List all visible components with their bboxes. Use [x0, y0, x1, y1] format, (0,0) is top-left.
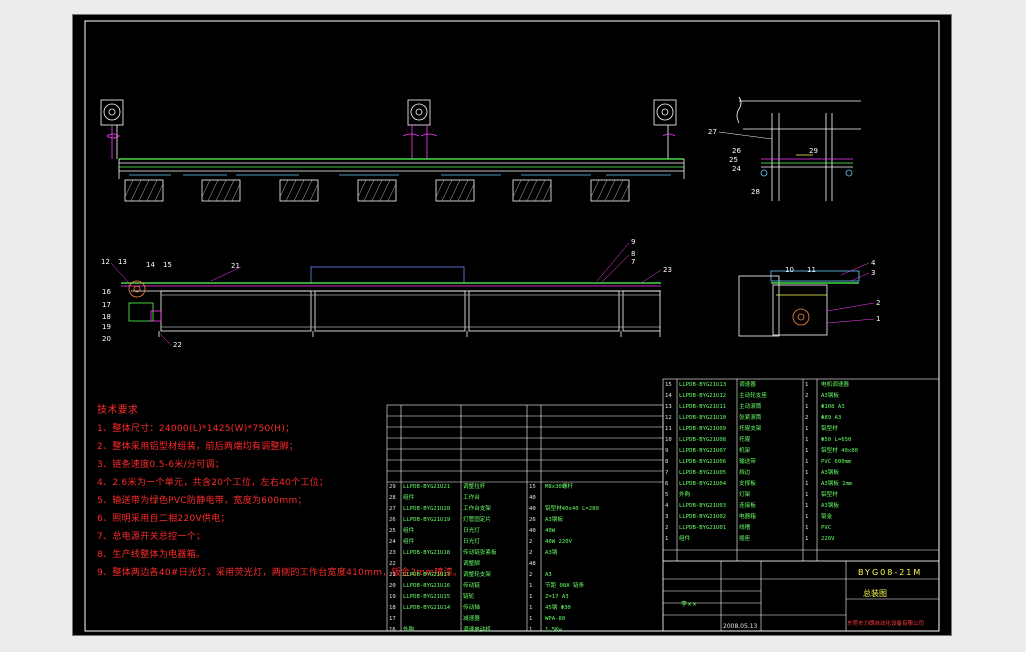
- svg-text:2: 2: [876, 299, 880, 307]
- svg-text:21: 21: [231, 262, 240, 270]
- svg-text:16: 16: [102, 288, 111, 296]
- notes-title: 技术要求: [97, 405, 139, 416]
- svg-text:27: 27: [708, 128, 717, 136]
- svg-text:13: 13: [118, 258, 127, 266]
- top-front-view: [100, 99, 685, 202]
- company-name: 东莞市力朗自动化设备有限公司: [847, 621, 925, 627]
- svg-text:7: 7: [631, 258, 635, 266]
- fan-right: [653, 99, 677, 159]
- note-item: 1、整体尺寸：24000(L)*1425(W)*750(H)；: [97, 424, 295, 434]
- fan-left: [100, 99, 124, 159]
- side-section-view: [736, 96, 861, 201]
- svg-text:15: 15: [163, 261, 172, 269]
- svg-text:11: 11: [807, 266, 816, 274]
- drawing-number: BYG08-21M: [858, 568, 923, 577]
- svg-text:18: 18: [102, 313, 111, 321]
- svg-text:24: 24: [732, 165, 741, 173]
- side-section-labels: 27 26 25 24 28 29: [708, 128, 818, 196]
- svg-text:10: 10: [785, 266, 794, 274]
- svg-text:3: 3: [871, 269, 875, 277]
- fan-middle: [407, 99, 431, 159]
- end-view: [738, 270, 860, 337]
- svg-text:22: 22: [173, 341, 182, 349]
- svg-text:26: 26: [732, 147, 741, 155]
- drawing-sheet: 27 26 25 24 28 29 12 13 14 15 16 17 18 1…: [72, 14, 952, 636]
- note-item: 2、整体采用铝型材组装，前后两端均有调整脚；: [97, 442, 299, 452]
- author: 李××: [681, 601, 698, 608]
- svg-text:17: 17: [102, 301, 111, 309]
- drawing-name: 总装图: [863, 589, 887, 598]
- svg-text:1: 1: [876, 315, 880, 323]
- svg-text:14: 14: [146, 261, 155, 269]
- front-elevation-labels: 12 13 14 15 16 17 18 19 20 21 22 23 9 8 …: [101, 238, 672, 349]
- svg-text:4: 4: [871, 259, 876, 267]
- drawing-date: 2008.05.13: [723, 623, 758, 630]
- front-elevation: [121, 266, 661, 337]
- end-view-labels: 10 11 4 3 2 1: [785, 259, 880, 324]
- svg-text:25: 25: [729, 156, 738, 164]
- note-item: 3、链条速度0.5-6米/分可调；: [97, 460, 225, 470]
- svg-text:29: 29: [809, 147, 818, 155]
- svg-text:20: 20: [102, 335, 111, 343]
- svg-text:8: 8: [631, 250, 635, 258]
- svg-text:12: 12: [101, 258, 110, 266]
- svg-text:9: 9: [631, 238, 635, 246]
- svg-text:23: 23: [663, 266, 672, 274]
- svg-text:19: 19: [102, 323, 111, 331]
- svg-text:28: 28: [751, 188, 760, 196]
